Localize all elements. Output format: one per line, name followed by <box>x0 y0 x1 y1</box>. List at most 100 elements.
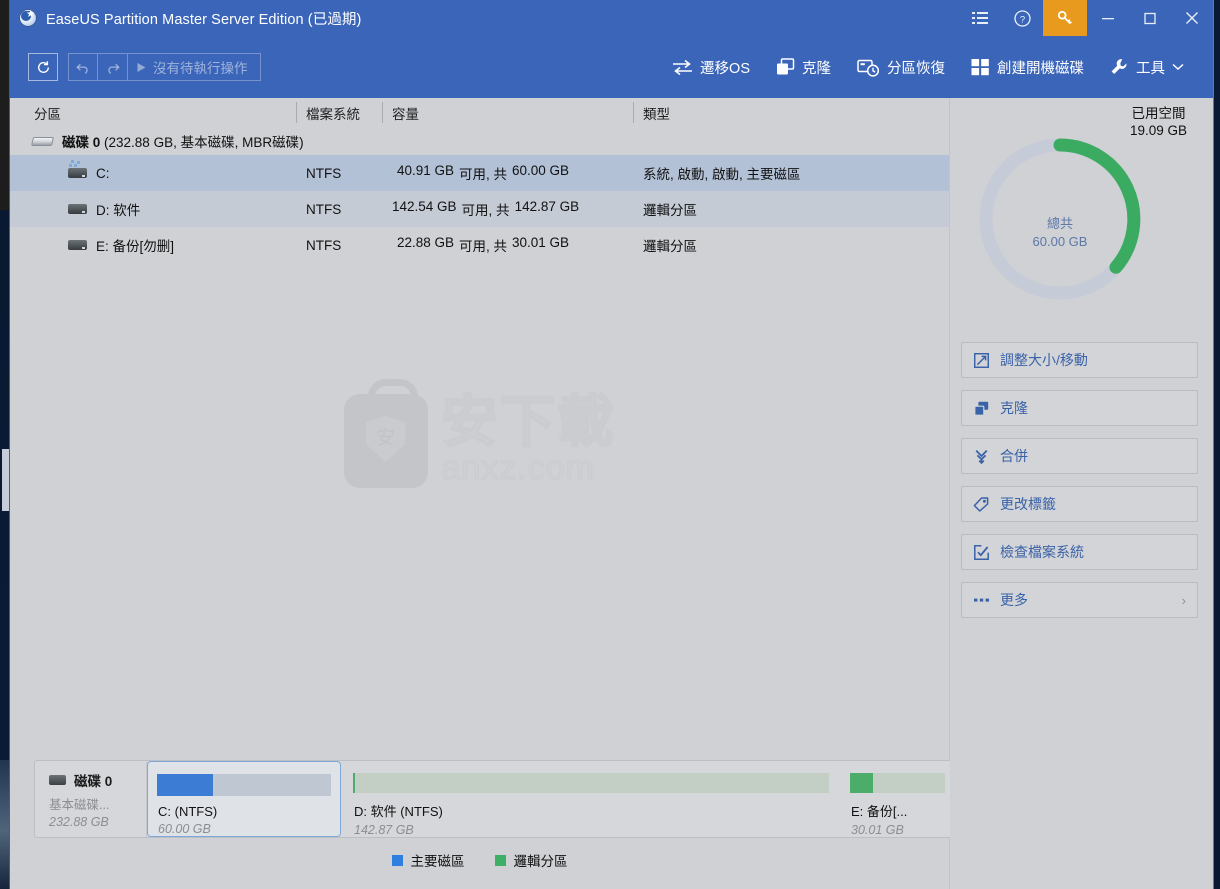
action-change-label[interactable]: 更改標籤 <box>961 486 1198 522</box>
partition-label: E: 备份[勿删] <box>96 239 175 254</box>
action-merge[interactable]: 合併 <box>961 438 1198 474</box>
watermark-en-text: anxz.com <box>441 448 595 488</box>
disk-meta: (232.88 GB, 基本磁碟, MBR磁碟) <box>104 135 304 150</box>
column-header-partition[interactable]: 分區 <box>10 98 296 127</box>
action-label: 克隆 <box>1000 400 1028 416</box>
cell-type: 邏輯分區 <box>643 239 697 254</box>
content-area: 分區 檔案系統 容量 類型 磁碟 0 (232.88 GB, 基本磁碟, MBR… <box>10 98 1213 889</box>
disk-map-legend: 主要磁區 邏輯分區 <box>10 850 949 870</box>
license-key-button[interactable] <box>1043 0 1087 36</box>
toolbar-item-clone[interactable]: 克隆 <box>763 51 844 84</box>
partition-usage-bar <box>850 773 945 793</box>
capacity-free: 22.88 GB <box>396 235 454 250</box>
action-label: 檢查檔案系統 <box>1000 544 1084 560</box>
migrate-os-icon <box>672 59 693 76</box>
action-check-filesystem[interactable]: 檢查檔案系統 <box>961 534 1198 570</box>
disk-map-disk-size: 232.88 GB <box>49 815 109 829</box>
used-space-donut-chart: 總共 60.00 GB <box>972 131 1148 312</box>
refresh-button[interactable] <box>28 53 58 81</box>
refresh-icon <box>37 60 49 73</box>
disk-map-disk-info[interactable]: 磁碟 0 基本磁碟... 232.88 GB <box>35 761 147 837</box>
pending-operations-label[interactable]: 沒有待執行操作 <box>128 53 261 81</box>
action-more[interactable]: 更多 › <box>961 582 1198 618</box>
toolbar-item-tools[interactable]: 工具 <box>1097 51 1197 84</box>
cell-filesystem: NTFS <box>306 165 342 181</box>
cell-capacity: 142.54 GB 可用, 共 142.87 GB <box>382 199 633 219</box>
donut-center-text: 總共 60.00 GB <box>972 215 1148 250</box>
table-row[interactable]: D: 软件 NTFS 142.54 GB 可用, 共 142.87 GB 邏輯分… <box>10 191 949 227</box>
table-row[interactable]: C: NTFS 40.91 GB 可用, 共 60.00 GB 系統, 啟動, … <box>10 155 949 191</box>
capacity-free: 40.91 GB <box>396 163 454 178</box>
toolbar-right-group: 遷移OS 克隆 分區恢復 創建開機磁碟 工具 <box>659 51 1197 84</box>
redo-button[interactable] <box>98 53 128 81</box>
legend-label: 主要磁區 <box>410 854 465 869</box>
action-resize-move[interactable]: 調整大小/移動 <box>961 342 1198 378</box>
clone-icon <box>776 58 795 76</box>
watermark-shield-icon: 安 <box>365 416 406 462</box>
cell-filesystem: NTFS <box>306 201 342 217</box>
menu-button[interactable] <box>959 0 1001 36</box>
toolbar-item-label: 工具 <box>1136 60 1165 77</box>
column-header-filesystem[interactable]: 檔案系統 <box>296 98 382 127</box>
legend-swatch-logical <box>494 854 506 866</box>
toolbar-item-label: 克隆 <box>802 60 831 77</box>
column-header-label: 容量 <box>392 106 419 122</box>
application-window: EaseUS Partition Master Server Edition (… <box>9 0 1214 889</box>
help-button[interactable]: ? <box>1001 0 1043 36</box>
disk-map-partition-e[interactable]: E: 备份[... 30.01 GB <box>841 761 954 837</box>
cell-partition: C: <box>10 160 296 181</box>
partition-recovery-icon <box>857 58 880 77</box>
disk-map: 磁碟 0 基本磁碟... 232.88 GB C: (NTFS) 60.00 G… <box>34 760 955 838</box>
toolbar-item-create-boot-disk[interactable]: 創建開機磁碟 <box>958 51 1097 84</box>
close-button[interactable] <box>1171 0 1213 36</box>
toolbar-item-label: 遷移OS <box>700 60 750 77</box>
maximize-button[interactable] <box>1129 0 1171 36</box>
pending-operations-group: 沒有待執行操作 <box>68 53 261 81</box>
action-clone[interactable]: 克隆 <box>961 390 1198 426</box>
disk-map-disk-type: 基本磁碟... <box>49 798 110 812</box>
disk-map-partition-size: 142.87 GB <box>354 823 414 837</box>
column-header-label: 檔案系統 <box>306 106 360 122</box>
cell-partition: D: 软件 <box>10 199 296 219</box>
watermark: 安 安下載 anxz.com <box>10 379 949 488</box>
disk-map-partition-size: 60.00 GB <box>158 822 211 836</box>
toolbar-left-group: 沒有待執行操作 <box>28 53 261 81</box>
action-label: 合併 <box>1000 448 1028 464</box>
legend-item-primary: 主要磁區 <box>391 850 465 870</box>
watermark-text: 安下載 anxz.com <box>441 390 616 488</box>
main-toolbar: 沒有待執行操作 遷移OS 克隆 分區恢復 創建開機磁碟 工具 <box>10 36 1213 98</box>
close-icon <box>1186 12 1198 24</box>
column-header-type[interactable]: 類型 <box>633 98 913 127</box>
disk-map-partitions: C: (NTFS) 60.00 GB D: 软件 (NTFS) 142.87 G… <box>147 761 954 837</box>
table-row-disk[interactable]: 磁碟 0 (232.88 GB, 基本磁碟, MBR磁碟) <box>10 127 949 155</box>
column-header-label: 分區 <box>34 106 61 122</box>
create-boot-disk-icon <box>971 58 990 76</box>
partition-icon <box>68 239 87 251</box>
table-row[interactable]: E: 备份[勿删] NTFS 22.88 GB 可用, 共 30.01 GB 邏… <box>10 227 949 263</box>
legend-item-logical: 邏輯分區 <box>494 850 568 870</box>
hard-disk-icon <box>31 135 54 148</box>
capacity-mid: 可用, 共 <box>459 239 508 254</box>
toolbar-item-label: 創建開機磁碟 <box>997 60 1084 77</box>
cell-partition: E: 备份[勿删] <box>10 235 296 255</box>
watermark-cn-text: 安下載 <box>441 390 616 456</box>
column-header-capacity[interactable]: 容量 <box>382 98 633 127</box>
system-partition-icon <box>68 160 87 179</box>
title-bar: EaseUS Partition Master Server Edition (… <box>10 0 1213 36</box>
action-label: 調整大小/移動 <box>1000 352 1088 368</box>
used-space-panel: 已用空間 19.09 GB 總共 60.00 GB <box>950 98 1213 348</box>
play-icon <box>137 62 146 72</box>
capacity-mid: 可用, 共 <box>461 203 510 218</box>
disk-map-partition-d[interactable]: D: 软件 (NTFS) 142.87 GB <box>344 761 838 837</box>
column-header-label: 類型 <box>643 106 670 122</box>
merge-icon <box>973 449 989 464</box>
help-circle-icon: ? <box>1013 9 1031 27</box>
minimize-button[interactable] <box>1087 0 1129 36</box>
cell-capacity: 40.91 GB 可用, 共 60.00 GB <box>382 163 633 183</box>
undo-button[interactable] <box>68 53 98 81</box>
app-logo-icon <box>19 8 37 27</box>
disk-map-partition-c[interactable]: C: (NTFS) 60.00 GB <box>147 761 341 837</box>
toolbar-item-partition-recovery[interactable]: 分區恢復 <box>844 51 958 84</box>
window-title: EaseUS Partition Master Server Edition (… <box>46 11 362 28</box>
toolbar-item-migrate-os[interactable]: 遷移OS <box>659 51 763 84</box>
